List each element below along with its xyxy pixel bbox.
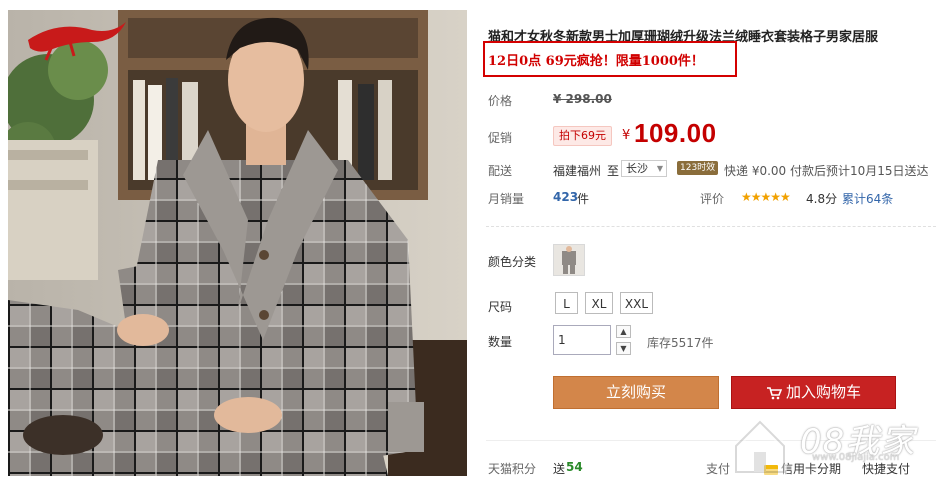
size-option-l[interactable]: L: [555, 292, 578, 314]
currency-symbol: ¥: [622, 128, 631, 143]
current-price: 109.00: [634, 118, 717, 148]
divider: [486, 226, 936, 227]
watermark-url: www.08jiajia.com: [812, 452, 900, 463]
review-count-link[interactable]: 累计64条: [842, 190, 893, 207]
color-option-swatch[interactable]: [553, 244, 585, 276]
rating-score: 4.8分: [806, 192, 838, 206]
cart-icon: [766, 386, 782, 399]
size-option-xxl[interactable]: XXL: [620, 292, 653, 314]
destination-city-select[interactable]: 长沙 ▼: [621, 160, 667, 177]
brand-logo: [22, 16, 132, 72]
rating-label: 评价: [700, 192, 725, 206]
product-photo-illustration: [8, 10, 467, 476]
quantity-input[interactable]: 1: [553, 325, 611, 355]
color-label: 颜色分类: [488, 255, 537, 269]
product-image[interactable]: [8, 10, 467, 476]
destination-city-value: 长沙: [626, 162, 648, 175]
monthly-sales-count: 423: [553, 190, 579, 204]
delivery-origin: 福建福州: [553, 164, 602, 178]
size-label: 尺码: [488, 300, 513, 314]
delivery-time-tag: 123时效: [677, 161, 719, 175]
promo-text: 12日0点 69元疯抢！限量1000件！: [488, 54, 704, 69]
stock-count: 库存5517件: [647, 336, 714, 350]
add-to-cart-label: 加入购物车: [785, 383, 861, 401]
payment-label: 支付: [706, 462, 731, 476]
delivery-info: 快递 ¥0.00 付款后预计10月15日送达: [724, 164, 929, 178]
promotion-label: 促销: [488, 131, 513, 145]
original-price: ¥ 298.00: [553, 92, 612, 106]
points-label: 天猫积分: [488, 462, 537, 476]
chevron-down-icon: ▼: [656, 164, 663, 173]
delivery-label: 配送: [488, 164, 513, 178]
quantity-increment-button[interactable]: ▲: [616, 325, 631, 338]
promotion-badge: 拍下69元: [553, 126, 612, 146]
points-prefix: 送: [553, 462, 566, 476]
monthly-sales-label: 月销量: [488, 192, 525, 206]
quantity-decrement-button[interactable]: ▼: [616, 342, 631, 355]
monthly-sales-unit: 件: [577, 192, 590, 206]
points-value: 54: [566, 460, 583, 474]
pajama-thumbnail-icon: [554, 245, 584, 275]
buy-now-button[interactable]: 立刻购买: [553, 376, 719, 409]
quantity-label: 数量: [488, 335, 513, 349]
price-label: 价格: [488, 94, 513, 108]
delivery-to-word: 至: [607, 164, 620, 178]
rating-stars-icon: ★★★★★: [741, 190, 791, 204]
size-option-xl[interactable]: XL: [585, 292, 613, 314]
